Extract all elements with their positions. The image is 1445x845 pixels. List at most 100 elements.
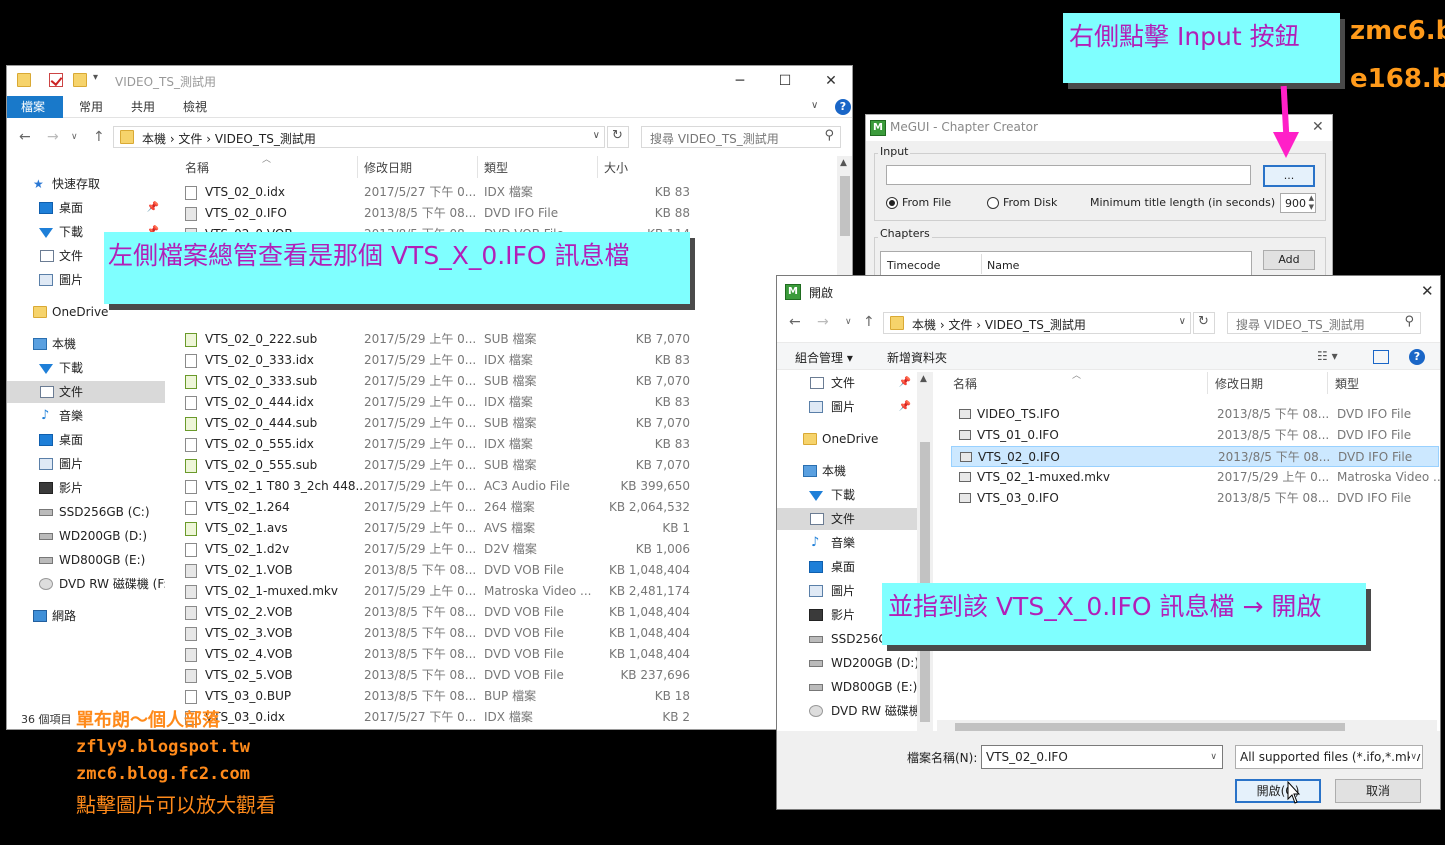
qat-dropdown-icon[interactable]: ▾ bbox=[93, 72, 98, 83]
sidebar-item-pictures[interactable]: 圖片📌 bbox=[777, 396, 917, 418]
refresh-button[interactable]: ↻ bbox=[607, 126, 629, 148]
sidebar-item-this-pc[interactable]: 本機 bbox=[7, 333, 165, 355]
table-row[interactable]: VTS_02_1-muxed.mkv 2017/5/29 上午 0... Matro… bbox=[177, 581, 697, 602]
table-row[interactable]: VTS_02_0_444.sub 2017/5/29 上午 0... SUB 檔案 7… bbox=[177, 413, 697, 434]
sidebar-item-drive-e[interactable]: WD800GB (E:) bbox=[777, 676, 917, 698]
dialog-refresh-button[interactable]: ↻ bbox=[1193, 312, 1215, 334]
pin-icon[interactable]: 📌 bbox=[147, 197, 159, 219]
column-header-name[interactable]: 名稱 bbox=[953, 375, 977, 392]
scroll-thumb[interactable] bbox=[920, 442, 930, 722]
table-row[interactable]: VTS_02_0_555.sub 2017/5/29 上午 0... SUB 檔案 7… bbox=[177, 455, 697, 476]
column-header-name[interactable]: 名稱 bbox=[185, 159, 209, 176]
table-row[interactable]: VTS_02_0_333.sub 2017/5/29 上午 0... SUB 檔案 7… bbox=[177, 371, 697, 392]
sidebar-item-onedrive[interactable]: OneDrive bbox=[7, 301, 165, 323]
filetype-dropdown-icon[interactable]: ∨ bbox=[1410, 752, 1417, 762]
new-folder-button[interactable]: 新增資料夾 bbox=[887, 349, 947, 366]
expand-ribbon-icon[interactable]: ∨ bbox=[811, 100, 818, 111]
table-row[interactable]: VTS_02_4.VOB 2013/8/5 下午 08... DVD VOB Fil… bbox=[177, 644, 697, 665]
spin-up-icon[interactable]: ▲ bbox=[1309, 194, 1314, 202]
sidebar-item-music[interactable]: ♪ 音樂 bbox=[7, 405, 165, 427]
maximize-icon[interactable]: ☐ bbox=[770, 70, 800, 92]
column-divider[interactable] bbox=[477, 156, 478, 178]
sidebar-item-drive-d[interactable]: WD200GB (D:) bbox=[7, 525, 165, 547]
column-divider[interactable] bbox=[597, 156, 598, 178]
table-row[interactable]: VTS_02_3.VOB 2013/8/5 下午 08... DVD VOB Fil… bbox=[177, 623, 697, 644]
column-header-timecode[interactable]: Timecode bbox=[887, 259, 940, 272]
pin-icon[interactable]: 📌 bbox=[899, 372, 911, 394]
forward-icon[interactable]: → bbox=[817, 314, 829, 330]
table-row[interactable]: VTS_02_0.idx 2017/5/27 下午 0... IDX 檔案 83 KB bbox=[177, 182, 697, 203]
sidebar-item-dvd-drive[interactable]: DVD RW 磁碟機 bbox=[777, 700, 917, 722]
column-divider[interactable] bbox=[1207, 372, 1208, 394]
sidebar-item-documents[interactable]: 文件📌 bbox=[777, 372, 917, 394]
filename-input[interactable]: VTS_02_0.IFO ∨ bbox=[981, 745, 1223, 769]
cancel-button[interactable]: 取消 bbox=[1335, 779, 1421, 803]
list-item[interactable]: VIDEO_TS.IFO 2013/8/5 下午 08... DVD IFO Fil… bbox=[951, 404, 1439, 425]
column-header-name[interactable]: Name bbox=[987, 259, 1019, 272]
recent-dropdown-icon[interactable]: ∨ bbox=[845, 317, 852, 327]
column-header-type[interactable]: 類型 bbox=[484, 159, 508, 176]
tab-share[interactable]: 共用 bbox=[117, 96, 169, 118]
sidebar-item-drive-c[interactable]: SSD256GB (C:) bbox=[7, 501, 165, 523]
sidebar-item-pc-pictures[interactable]: 圖片 bbox=[7, 453, 165, 475]
list-item[interactable]: VTS_02_1-muxed.mkv 2017/5/29 上午 0... Matro… bbox=[951, 467, 1440, 488]
sidebar-item-pc-documents[interactable]: 文件 bbox=[7, 381, 165, 403]
up-icon[interactable]: ↑ bbox=[863, 314, 875, 330]
back-icon[interactable]: ← bbox=[789, 314, 801, 330]
column-divider[interactable] bbox=[357, 156, 358, 178]
from-disk-radio[interactable] bbox=[987, 197, 999, 209]
address-bar[interactable]: 本機 › 文件 › VIDEO_TS_測試用 ∨ bbox=[113, 126, 605, 148]
sidebar-item-pc-documents[interactable]: 文件 bbox=[777, 508, 917, 530]
close-icon[interactable]: ✕ bbox=[1421, 282, 1434, 300]
table-row[interactable]: VTS_02_1.264 2017/5/29 上午 0... 264 檔案 2,064… bbox=[177, 497, 697, 518]
table-row[interactable]: VTS_02_1.d2v 2017/5/29 上午 0... D2V 檔案 1,006… bbox=[177, 539, 697, 560]
filename-dropdown-icon[interactable]: ∨ bbox=[1210, 752, 1217, 762]
footer-url-2[interactable]: zmc6.blog.fc2.com bbox=[76, 764, 250, 784]
sidebar-item-quick-access[interactable]: ★ 快速存取 bbox=[7, 173, 165, 195]
preview-pane-icon[interactable] bbox=[1373, 350, 1389, 364]
sidebar-item-pc-desktop[interactable]: 桌面 bbox=[7, 429, 165, 451]
new-folder-icon[interactable] bbox=[73, 73, 87, 87]
view-options-icon[interactable]: ☷ ▾ bbox=[1317, 349, 1338, 363]
dialog-sidebar-scrollbar[interactable]: ▲ bbox=[917, 372, 933, 732]
open-button[interactable]: 開啟(O) bbox=[1235, 779, 1321, 803]
input-browse-button[interactable]: ... bbox=[1263, 165, 1315, 187]
sidebar-item-drive-e[interactable]: WD800GB (E:) bbox=[7, 549, 165, 571]
dialog-address-bar[interactable]: 本機 › 文件 › VIDEO_TS_測試用 ∨ bbox=[883, 312, 1191, 334]
minimize-icon[interactable]: ─ bbox=[725, 70, 755, 92]
address-dropdown-icon[interactable]: ∨ bbox=[593, 130, 600, 141]
back-icon[interactable]: ← bbox=[19, 129, 31, 145]
column-header-date[interactable]: 修改日期 bbox=[1215, 375, 1263, 392]
dialog-search-input[interactable]: 搜尋 VIDEO_TS_測試用 ⚲ bbox=[1227, 312, 1421, 334]
help-icon[interactable]: ? bbox=[1409, 349, 1425, 365]
tab-home[interactable]: 常用 bbox=[65, 96, 117, 118]
table-row[interactable]: VTS_02_1.avs 2017/5/29 上午 0... AVS 檔案 1 KB bbox=[177, 518, 697, 539]
table-row[interactable]: VTS_03_0.idx 2017/5/27 下午 0... IDX 檔案 2 KB bbox=[177, 707, 697, 728]
address-dropdown-icon[interactable]: ∨ bbox=[1179, 316, 1186, 327]
table-row[interactable]: VTS_03_0.BUP 2013/8/5 下午 08... BUP 檔案 18 KB bbox=[177, 686, 697, 707]
column-header-date[interactable]: 修改日期 bbox=[364, 159, 412, 176]
close-icon[interactable]: ✕ bbox=[1312, 119, 1324, 135]
sidebar-item-network[interactable]: 網路 bbox=[7, 605, 165, 627]
pin-icon[interactable]: 📌 bbox=[899, 396, 911, 418]
sidebar-item-videos[interactable]: 影片 bbox=[7, 477, 165, 499]
search-input[interactable]: 搜尋 VIDEO_TS_測試用 ⚲ bbox=[641, 126, 841, 148]
tab-file[interactable]: 檔案 bbox=[7, 96, 63, 118]
sidebar-item-pc-downloads[interactable]: 下載 bbox=[7, 357, 165, 379]
recent-dropdown-icon[interactable]: ∨ bbox=[71, 132, 78, 142]
scroll-up-icon[interactable]: ▲ bbox=[920, 374, 927, 384]
sidebar-item-desktop[interactable]: 桌面 📌 bbox=[7, 197, 165, 219]
sidebar-item-dvd-drive[interactable]: DVD RW 磁碟機 (F: bbox=[7, 573, 165, 595]
organize-button[interactable]: 組合管理 ▾ bbox=[795, 349, 853, 366]
list-item[interactable]: VTS_02_0.IFO 2013/8/5 下午 08... DVD IFO Fil… bbox=[951, 446, 1439, 467]
table-row[interactable]: VTS_02_0_333.idx 2017/5/29 上午 0... IDX 檔案 8… bbox=[177, 350, 697, 371]
forward-icon[interactable]: → bbox=[47, 129, 59, 145]
table-row[interactable]: VTS_02_0_222.sub 2017/5/29 上午 0... SUB 檔案 7… bbox=[177, 329, 697, 350]
sidebar-item-downloads[interactable]: 下載 bbox=[777, 484, 917, 506]
column-divider[interactable] bbox=[1327, 372, 1328, 394]
scroll-thumb[interactable] bbox=[955, 723, 1345, 731]
help-icon[interactable]: ? bbox=[835, 99, 851, 115]
table-row[interactable]: VTS_02_5.VOB 2013/8/5 下午 08... DVD VOB Fil… bbox=[177, 665, 697, 686]
list-item[interactable]: VTS_01_0.IFO 2013/8/5 下午 08... DVD IFO Fil… bbox=[951, 425, 1439, 446]
file-type-select[interactable]: All supported files (*.ifo,*.mkv ∨ bbox=[1235, 745, 1423, 769]
